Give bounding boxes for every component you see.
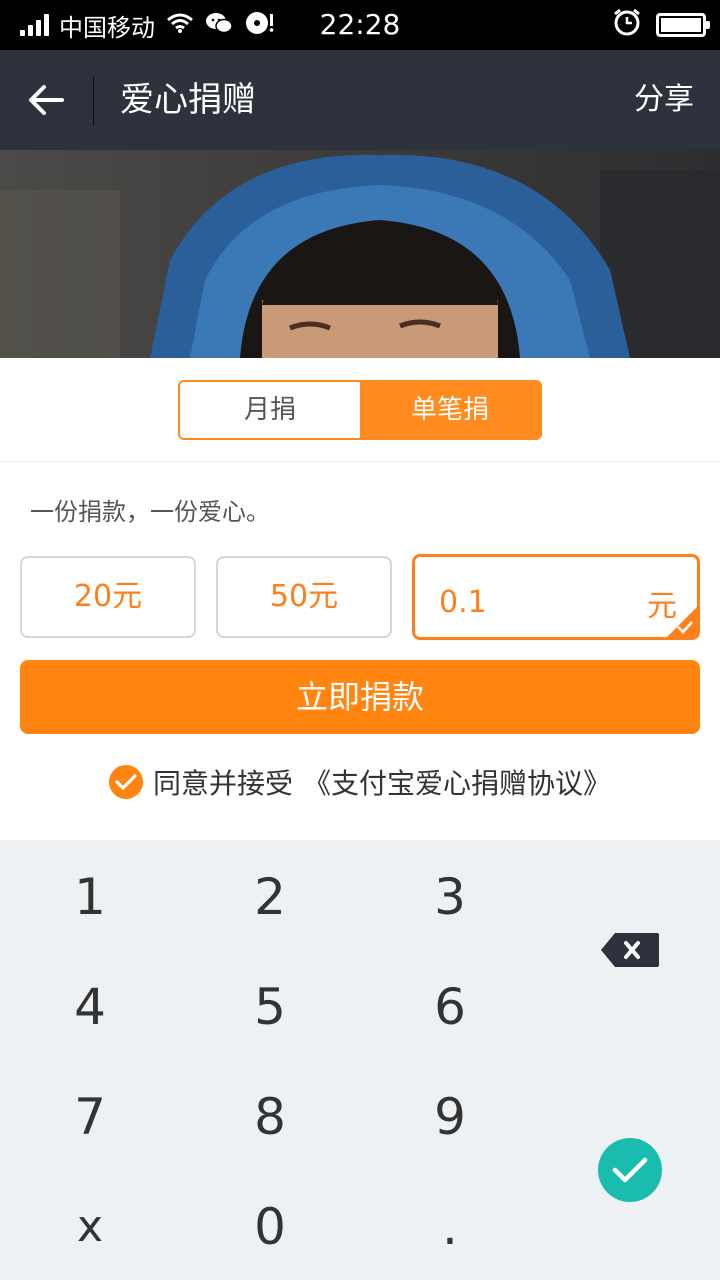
agreement-row: 同意并接受 《支付宝爱心捐赠协议》 — [0, 760, 720, 804]
custom-amount-value: 0.1 — [439, 585, 487, 620]
confirm-check-icon — [612, 1157, 648, 1183]
key-0[interactable]: 0 — [180, 1172, 360, 1280]
key-dot[interactable]: . — [360, 1172, 540, 1280]
donation-slogan: 一份捐款，一份爱心。 — [30, 498, 270, 526]
donate-now-button[interactable]: 立即捐款 — [20, 660, 700, 734]
key-7[interactable]: 7 — [0, 1062, 180, 1172]
status-bar: 中国移动 22:28 — [0, 0, 720, 50]
status-right — [612, 0, 710, 50]
share-button[interactable]: 分享 — [634, 50, 694, 150]
confirm-key[interactable] — [598, 1138, 662, 1202]
tab-monthly[interactable]: 月捐 — [180, 382, 360, 438]
key-6[interactable]: 6 — [360, 952, 540, 1062]
alarm-icon — [612, 8, 642, 42]
key-1[interactable]: 1 — [0, 842, 180, 952]
amount-option-20[interactable]: 20元 — [20, 556, 196, 638]
amount-option-50[interactable]: 50元 — [216, 556, 392, 638]
donation-type-switch: 月捐 单笔捐 — [178, 380, 542, 440]
delete-key[interactable] — [540, 880, 720, 1020]
agreement-link[interactable]: 《支付宝爱心捐赠协议》 — [303, 762, 611, 802]
page-title: 爱心捐赠 — [120, 80, 256, 120]
header-divider — [93, 76, 94, 126]
back-arrow-icon — [29, 85, 64, 115]
tab-single[interactable]: 单笔捐 — [360, 382, 540, 438]
banner-image — [0, 150, 720, 358]
backspace-icon — [601, 933, 659, 967]
key-x[interactable]: x — [0, 1172, 180, 1280]
check-icon — [115, 774, 137, 791]
key-5[interactable]: 5 — [180, 952, 360, 1062]
checkmark-icon — [677, 621, 693, 634]
numeric-keypad: 1 2 3 4 5 6 7 8 9 x 0 . — [0, 840, 720, 1280]
battery-icon — [656, 13, 710, 37]
donation-type-section: 月捐 单笔捐 — [0, 358, 720, 462]
app-header: 爱心捐赠 分享 — [0, 50, 720, 150]
key-4[interactable]: 4 — [0, 952, 180, 1062]
key-3[interactable]: 3 — [360, 842, 540, 952]
key-2[interactable]: 2 — [180, 842, 360, 952]
back-button[interactable] — [24, 78, 68, 122]
agreement-text: 同意并接受 — [152, 767, 293, 800]
agreement-checkbox[interactable] — [108, 765, 143, 799]
custom-amount-input[interactable]: 0.1 元 — [412, 554, 700, 640]
key-8[interactable]: 8 — [180, 1062, 360, 1172]
key-9[interactable]: 9 — [360, 1062, 540, 1172]
